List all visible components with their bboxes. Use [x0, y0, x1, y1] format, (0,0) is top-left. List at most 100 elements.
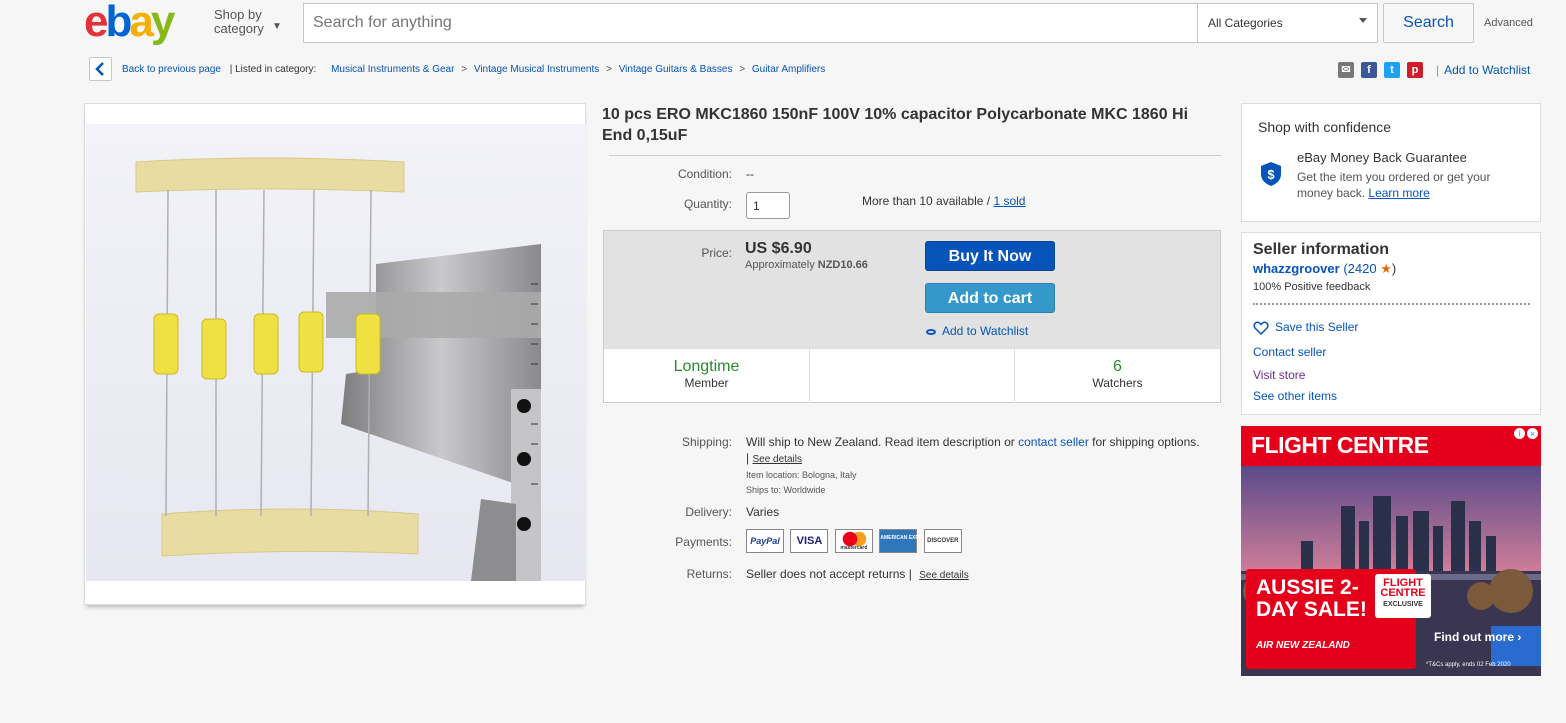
- category-select[interactable]: All Categories: [1197, 4, 1377, 42]
- contact-seller-link[interactable]: Contact seller: [1253, 345, 1326, 359]
- condition-value: --: [746, 167, 754, 181]
- payment-methods: PayPal VISA mastercard AMERICAN EXPRESS …: [746, 529, 964, 553]
- availability-text: More than 10 available /: [862, 194, 991, 208]
- item-title: 10 pcs ERO MKC1860 150nF 100V 10% capaci…: [602, 106, 1189, 144]
- add-to-watchlist-top: | Add to Watchlist: [1436, 63, 1530, 77]
- quantity-label: Quantity:: [683, 197, 732, 211]
- price-value: US $6.90: [745, 240, 812, 257]
- breadcrumb-separator: >: [739, 64, 746, 75]
- sale-line-1: AUSSIE 2-: [1256, 576, 1359, 599]
- feedback-score-link[interactable]: (2420: [1343, 261, 1376, 276]
- airline-name: AIR NEW ZEALAND: [1256, 640, 1350, 651]
- breadcrumb-separator: >: [461, 64, 468, 75]
- approx-value: NZD10.66: [817, 259, 868, 271]
- ad-terms: *T&Cs apply, ends 02 Feb 2020: [1426, 662, 1511, 668]
- item-location: Item location: Bologna, Italy: [746, 470, 857, 480]
- confidence-title: Shop with confidence: [1258, 119, 1392, 135]
- discover-logo: DISCOVER: [923, 529, 962, 553]
- pinterest-icon[interactable]: p: [1407, 62, 1423, 78]
- delivery-value: Varies: [746, 505, 780, 519]
- feedback-close: ): [1391, 261, 1397, 276]
- logo-letter-b: b: [105, 0, 131, 46]
- star-icon: ★: [1380, 261, 1392, 276]
- ad-header: FLIGHT CENTRE i ×: [1241, 426, 1541, 466]
- shop-with-confidence-panel: Shop with confidence $ eBay Money Back G…: [1241, 103, 1541, 222]
- returns-value: Seller does not accept returns |: [746, 567, 912, 581]
- eye-icon: [926, 328, 936, 335]
- ad-brand: FLIGHT CENTRE: [1251, 432, 1429, 458]
- item-photo[interactable]: [86, 124, 586, 581]
- learn-more-link[interactable]: Learn more: [1368, 186, 1429, 200]
- dropdown-caret-icon: [1359, 18, 1367, 23]
- divider: |: [1436, 63, 1440, 77]
- price-label: Price:: [701, 246, 732, 260]
- ebay-logo[interactable]: ebay: [84, 0, 202, 48]
- contact-seller-link[interactable]: contact seller: [1018, 435, 1089, 449]
- approx-prefix: Approximately: [745, 259, 815, 271]
- positive-feedback: 100% Positive feedback: [1253, 281, 1371, 293]
- search-bar: All Categories: [303, 3, 1378, 43]
- svg-text:$: $: [1267, 167, 1275, 182]
- breadcrumb-item-guitar-amplifiers[interactable]: Guitar Amplifiers: [752, 64, 825, 75]
- back-to-previous-link[interactable]: Back to previous page: [122, 64, 221, 75]
- search-button[interactable]: Search: [1383, 3, 1474, 43]
- shipping-label: Shipping:: [681, 435, 732, 449]
- condition-label: Condition:: [677, 167, 732, 181]
- email-icon[interactable]: ✉: [1338, 62, 1354, 78]
- add-to-watchlist-button[interactable]: Add to Watchlist: [926, 324, 1028, 338]
- stat-value: Longtime: [673, 358, 740, 375]
- watchers-stat: 6 Watchers: [1015, 349, 1220, 403]
- caret-down-icon: ▼: [272, 21, 282, 32]
- item-stats: Longtime Member 6 Watchers: [604, 348, 1220, 403]
- stat-label: Member: [684, 376, 729, 390]
- breadcrumb-item-musical-instruments[interactable]: Musical Instruments & Gear: [331, 64, 454, 75]
- listed-in-label: | Listed in category:: [229, 64, 317, 75]
- ships-to: Ships to: Worldwide: [746, 485, 826, 495]
- sale-text: AUSSIE 2- DAY SALE!: [1256, 577, 1367, 621]
- stat-value: 6: [1113, 358, 1122, 375]
- back-button[interactable]: [89, 57, 112, 81]
- sale-banner: AUSSIE 2- DAY SALE! AIR NEW ZEALAND FLIG…: [1246, 569, 1431, 669]
- twitter-icon[interactable]: t: [1384, 62, 1400, 78]
- mastercard-logo: mastercard: [834, 529, 873, 553]
- seller-name-link[interactable]: whazzgroover: [1253, 261, 1340, 276]
- empty-stat: [810, 349, 1015, 403]
- ad-close-icon[interactable]: ×: [1527, 428, 1538, 439]
- add-to-cart-button[interactable]: Add to cart: [925, 283, 1055, 313]
- facebook-icon[interactable]: f: [1361, 62, 1377, 78]
- quantity-input[interactable]: [746, 192, 790, 219]
- seller-information-panel: Seller information whazzgroover (2420 ★)…: [1241, 232, 1541, 415]
- advanced-search-link[interactable]: Advanced: [1484, 17, 1533, 29]
- divider: [1253, 303, 1530, 305]
- badge-line-3: EXCLUSIVE: [1383, 601, 1423, 608]
- category-select-value: All Categories: [1208, 16, 1283, 30]
- returns-see-details-link[interactable]: See details: [919, 570, 968, 581]
- find-out-more-button[interactable]: Find out more ›: [1434, 630, 1521, 644]
- buy-it-now-button[interactable]: Buy It Now: [925, 241, 1055, 271]
- breadcrumb: Back to previous page | Listed in catego…: [122, 64, 825, 75]
- see-other-items-link[interactable]: See other items: [1253, 389, 1337, 403]
- breadcrumb-item-vintage-instruments[interactable]: Vintage Musical Instruments: [474, 64, 599, 75]
- add-to-watchlist-link[interactable]: Add to Watchlist: [1444, 63, 1530, 77]
- shipping-see-details-link[interactable]: See details: [752, 454, 801, 465]
- breadcrumb-item-vintage-guitars[interactable]: Vintage Guitars & Basses: [619, 64, 733, 75]
- item-image-panel[interactable]: [84, 103, 586, 605]
- shipping-text: Will ship to New Zealand. Read item desc…: [746, 435, 1015, 449]
- search-input[interactable]: [304, 4, 1196, 42]
- category-label: category: [214, 21, 264, 36]
- ad-info-icon[interactable]: i: [1514, 428, 1525, 439]
- shop-by-category-button[interactable]: Shop by category ▼: [214, 7, 282, 36]
- svg-text:ebay: ebay: [84, 0, 176, 46]
- exclusive-badge: FLIGHT CENTRE EXCLUSIVE: [1375, 574, 1431, 618]
- sold-count-link[interactable]: 1 sold: [993, 194, 1025, 208]
- visit-store-link[interactable]: Visit store: [1253, 368, 1305, 382]
- heart-icon: [1253, 321, 1269, 335]
- save-seller-button[interactable]: Save this Seller: [1253, 320, 1358, 335]
- flight-centre-ad[interactable]: FLIGHT CENTRE i × AUSSIE 2- DAY SALE! AI…: [1241, 426, 1541, 676]
- returns-label: Returns:: [686, 567, 732, 581]
- guarantee-title: eBay Money Back Guarantee: [1297, 150, 1467, 165]
- returns-info: Seller does not accept returns | See det…: [746, 567, 969, 581]
- badge-line-2: CENTRE: [1380, 587, 1426, 599]
- logo-letter-y: y: [151, 0, 176, 46]
- shop-by-label: Shop by: [214, 7, 262, 22]
